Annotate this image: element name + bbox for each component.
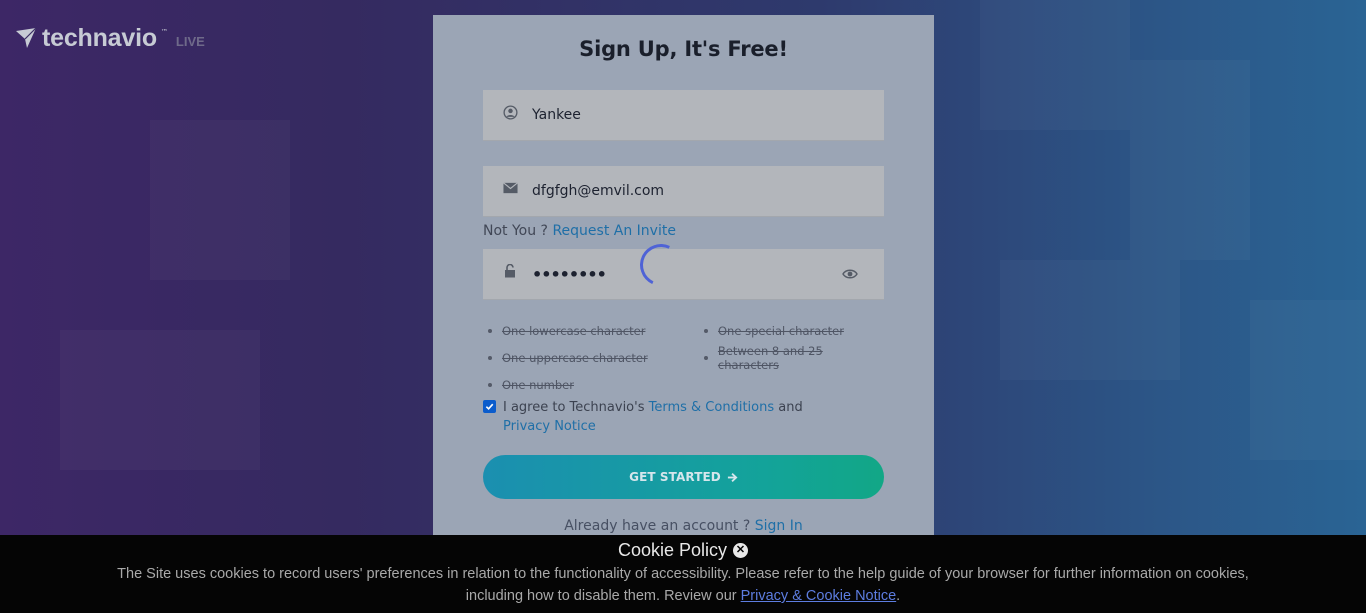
password-input[interactable]: •••••••• (532, 265, 884, 284)
cookie-title-row: Cookie Policy ✕ (617, 540, 749, 561)
sign-in-link[interactable]: Sign In (755, 518, 803, 534)
agree-text: I agree to Technavio's Terms & Condition… (503, 400, 803, 434)
close-circle-icon[interactable]: ✕ (733, 543, 749, 558)
cookie-message: The Site uses cookies to record users' p… (117, 566, 1249, 604)
terms-link[interactable]: Terms & Conditions (649, 400, 775, 415)
already-account-row: Already have an account ? Sign In (564, 518, 803, 534)
name-input[interactable]: Yankee (532, 107, 884, 123)
eye-icon[interactable] (842, 267, 858, 281)
brand-suffix: LIVE (175, 34, 205, 49)
requirement-item: Between 8 and 25 characters (699, 344, 884, 372)
technavio-logo[interactable]: technavio ™ LIVE (14, 24, 205, 52)
paper-plane-logo-icon (16, 27, 37, 48)
signup-card: Sign Up, It's Free! Yankee dfgfgh@emvil.… (433, 15, 934, 545)
user-circle-icon (502, 104, 518, 120)
get-started-button[interactable]: GET STARTED (483, 455, 884, 499)
requirement-item: One uppercase character (483, 344, 648, 371)
privacy-cookie-notice-link[interactable]: Privacy & Cookie Notice (741, 588, 897, 604)
arrow-right-icon (727, 472, 738, 482)
unlock-icon (502, 263, 518, 279)
not-you-row: Not You ? Request An Invite (483, 223, 676, 239)
get-started-label: GET STARTED (629, 470, 721, 484)
signup-title: Sign Up, It's Free! (579, 37, 788, 61)
terms-agreement: I agree to Technavio's Terms & Condition… (483, 398, 843, 436)
requirement-item: One special character (699, 317, 884, 344)
requirement-item: One lowercase character (483, 317, 648, 344)
privacy-notice-link[interactable]: Privacy Notice (503, 419, 596, 434)
trademark-mark: ™ (160, 28, 168, 36)
cookie-title: Cookie Policy (617, 540, 728, 560)
password-field[interactable]: •••••••• (483, 249, 884, 300)
requirement-item: One number (483, 371, 648, 398)
brand-name: technavio (42, 24, 157, 52)
not-you-text: Not You ? (483, 223, 548, 239)
agree-checkbox[interactable] (483, 400, 496, 413)
email-input[interactable]: dfgfgh@emvil.com (532, 183, 884, 199)
name-field[interactable]: Yankee (483, 90, 884, 141)
cookie-banner: Cookie Policy ✕ The Site uses cookies to… (0, 535, 1366, 613)
request-invite-link[interactable]: Request An Invite (552, 223, 676, 239)
email-field[interactable]: dfgfgh@emvil.com (483, 166, 884, 217)
envelope-icon (502, 180, 518, 196)
